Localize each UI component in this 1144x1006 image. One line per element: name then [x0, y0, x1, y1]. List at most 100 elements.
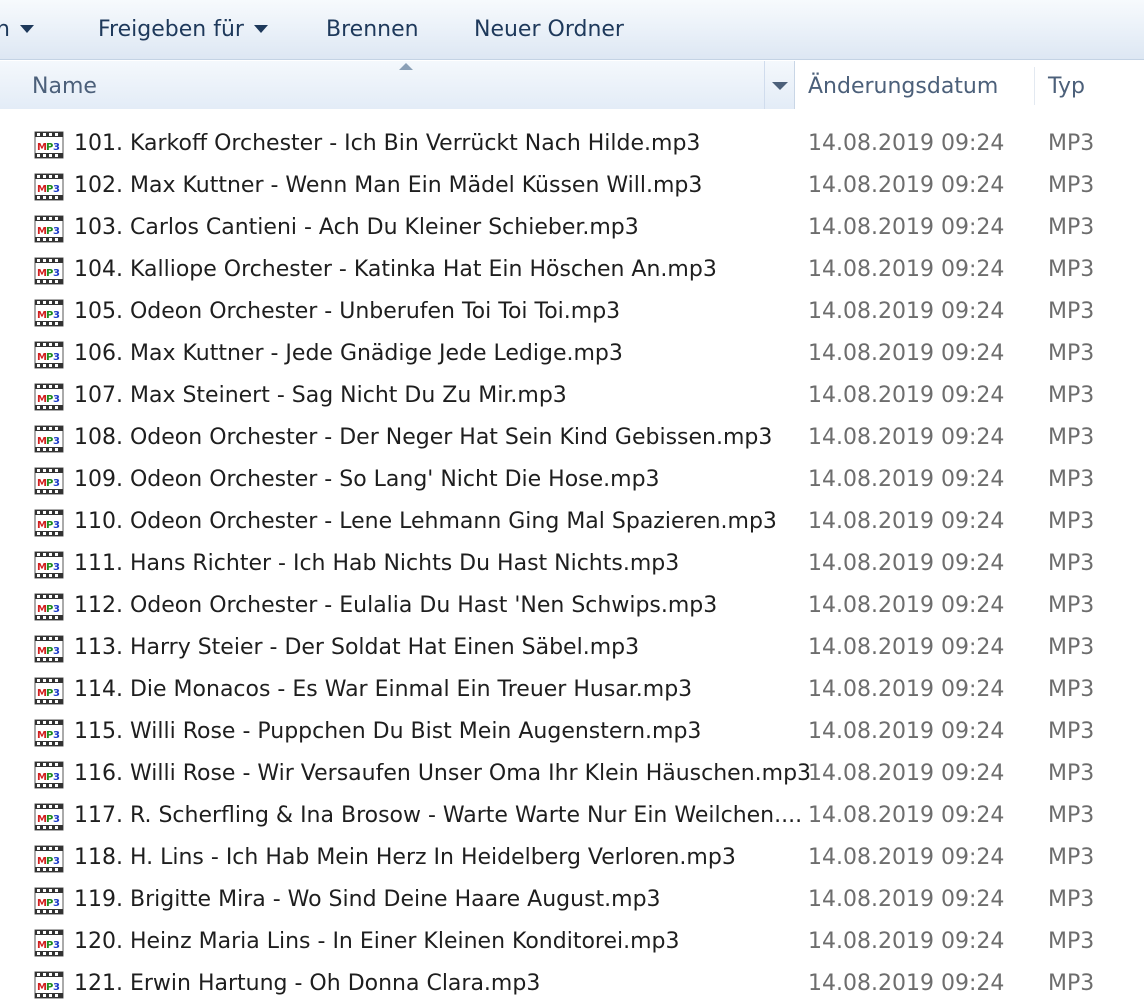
file-type: MP3	[1048, 971, 1095, 996]
svg-text:3: 3	[53, 310, 60, 321]
svg-text:3: 3	[53, 394, 60, 405]
file-modified-date: 14.08.2019 09:24	[808, 509, 1005, 534]
column-header-type[interactable]: Typ	[1048, 74, 1085, 99]
file-name[interactable]: 106. Max Kuttner - Jede Gnädige Jede Led…	[74, 341, 623, 366]
file-name[interactable]: 112. Odeon Orchester - Eulalia Du Hast '…	[74, 593, 717, 618]
share-with-button[interactable]: Freigeben für	[98, 14, 268, 46]
file-row[interactable]: M P 3 105. Odeon Orchester - Unberufen Toi …	[0, 292, 1144, 334]
file-name[interactable]: 110. Odeon Orchester - Lene Lehmann Ging…	[74, 509, 777, 534]
svg-text:3: 3	[53, 352, 60, 363]
burn-button[interactable]: Brennen	[326, 14, 419, 46]
file-name[interactable]: 104. Kalliope Orchester - Katinka Hat Ei…	[74, 257, 717, 282]
file-row[interactable]: M P 3 117. R. Scherfling & Ina Brosow - War…	[0, 796, 1144, 838]
file-name[interactable]: 115. Willi Rose - Puppchen Du Bist Mein …	[74, 719, 701, 744]
file-modified-date: 14.08.2019 09:24	[808, 257, 1005, 282]
mp3-file-icon: MP3	[34, 467, 64, 495]
svg-text:3: 3	[53, 268, 60, 279]
file-row[interactable]: M P 3 119. Brigitte Mira - Wo Sind Deine Ha…	[0, 880, 1144, 922]
share-with-label: Freigeben für	[98, 17, 244, 42]
file-row[interactable]: M P 3 108. Odeon Orchester - Der Neger Hat …	[0, 418, 1144, 460]
file-name[interactable]: 101. Karkoff Orchester - Ich Bin Verrück…	[74, 131, 700, 156]
file-name[interactable]: 111. Hans Richter - Ich Hab Nichts Du Ha…	[74, 551, 679, 576]
burn-label: Brennen	[326, 17, 419, 42]
file-type: MP3	[1048, 719, 1095, 744]
file-row[interactable]: M P 3 118. H. Lins - Ich Hab Mein Herz In H…	[0, 838, 1144, 880]
mp3-file-icon: MP3	[34, 131, 64, 159]
file-name[interactable]: 102. Max Kuttner - Wenn Man Ein Mädel Kü…	[74, 173, 702, 198]
file-row[interactable]: M P 3 114. Die Monacos - Es War Einmal Ein …	[0, 670, 1144, 712]
file-name[interactable]: 117. R. Scherfling & Ina Brosow - Warte …	[74, 803, 802, 828]
file-type: MP3	[1048, 677, 1095, 702]
file-row[interactable]: M P 3 116. Willi Rose - Wir Versaufen Unser…	[0, 754, 1144, 796]
file-name[interactable]: 114. Die Monacos - Es War Einmal Ein Tre…	[74, 677, 692, 702]
file-row[interactable]: M P 3 112. Odeon Orchester - Eulalia Du Has…	[0, 586, 1144, 628]
file-modified-date: 14.08.2019 09:24	[808, 593, 1005, 618]
organize-menu-label: n	[0, 17, 10, 42]
file-row[interactable]: M P 3 102. Max Kuttner - Wenn Man Ein Mädel…	[0, 166, 1144, 208]
file-modified-date: 14.08.2019 09:24	[808, 971, 1005, 996]
mp3-file-icon: MP3	[34, 173, 64, 201]
file-type: MP3	[1048, 257, 1095, 282]
file-type: MP3	[1048, 635, 1095, 660]
file-row[interactable]: M P 3 107. Max Steinert - Sag Nicht Du Zu M…	[0, 376, 1144, 418]
file-type: MP3	[1048, 173, 1095, 198]
svg-text:3: 3	[53, 478, 60, 489]
file-row[interactable]: M P 3 109. Odeon Orchester - So Lang' Nicht…	[0, 460, 1144, 502]
chevron-down-icon	[253, 24, 268, 33]
file-row[interactable]: M P 3 120. Heinz Maria Lins - In Einer Klei…	[0, 922, 1144, 964]
column-header-date[interactable]: Änderungsdatum	[808, 74, 998, 99]
svg-text:3: 3	[53, 856, 60, 867]
file-name[interactable]: 108. Odeon Orchester - Der Neger Hat Sei…	[74, 425, 772, 450]
file-modified-date: 14.08.2019 09:24	[808, 677, 1005, 702]
file-row[interactable]: M P 3 121. Erwin Hartung - Oh Donna Clara.m…	[0, 964, 1144, 1006]
file-modified-date: 14.08.2019 09:24	[808, 887, 1005, 912]
file-type: MP3	[1048, 803, 1095, 828]
file-type: MP3	[1048, 131, 1095, 156]
file-name[interactable]: 107. Max Steinert - Sag Nicht Du Zu Mir.…	[74, 383, 567, 408]
file-row[interactable]: M P 3 113. Harry Steier - Der Soldat Hat Ei…	[0, 628, 1144, 670]
file-type: MP3	[1048, 593, 1095, 618]
file-type: MP3	[1048, 467, 1095, 492]
file-modified-date: 14.08.2019 09:24	[808, 467, 1005, 492]
file-modified-date: 14.08.2019 09:24	[808, 131, 1005, 156]
file-name[interactable]: 116. Willi Rose - Wir Versaufen Unser Om…	[74, 761, 811, 786]
file-row[interactable]: M P 3 111. Hans Richter - Ich Hab Nichts Du…	[0, 544, 1144, 586]
column-filter-dropdown[interactable]	[764, 61, 794, 109]
command-bar: n Freigeben für Brennen Neuer Ordner	[0, 0, 1144, 60]
file-row[interactable]: M P 3 103. Carlos Cantieni - Ach Du Kleiner…	[0, 208, 1144, 250]
file-type: MP3	[1048, 845, 1095, 870]
file-type: MP3	[1048, 929, 1095, 954]
file-row[interactable]: M P 3 101. Karkoff Orchester - Ich Bin Verr…	[0, 124, 1144, 166]
file-row[interactable]: M P 3 104. Kalliope Orchester - Katinka Hat…	[0, 250, 1144, 292]
file-modified-date: 14.08.2019 09:24	[808, 425, 1005, 450]
file-name[interactable]: 121. Erwin Hartung - Oh Donna Clara.mp3	[74, 971, 540, 996]
mp3-file-icon: MP3	[34, 803, 64, 831]
file-name[interactable]: 118. H. Lins - Ich Hab Mein Herz In Heid…	[74, 845, 736, 870]
new-folder-button[interactable]: Neuer Ordner	[474, 14, 624, 46]
file-type: MP3	[1048, 509, 1095, 534]
svg-text:3: 3	[53, 646, 60, 657]
column-header-name-label: Name	[32, 74, 97, 99]
column-header-name[interactable]: Name	[0, 61, 795, 109]
mp3-file-icon: MP3	[34, 971, 64, 999]
file-row[interactable]: M P 3 106. Max Kuttner - Jede Gnädige Jede …	[0, 334, 1144, 376]
file-row[interactable]: M P 3 115. Willi Rose - Puppchen Du Bist Me…	[0, 712, 1144, 754]
chevron-down-icon	[772, 82, 788, 90]
file-name[interactable]: 120. Heinz Maria Lins - In Einer Kleinen…	[74, 929, 680, 954]
file-name[interactable]: 113. Harry Steier - Der Soldat Hat Einen…	[74, 635, 639, 660]
file-modified-date: 14.08.2019 09:24	[808, 761, 1005, 786]
mp3-file-icon: MP3	[34, 593, 64, 621]
svg-text:3: 3	[53, 730, 60, 741]
file-type: MP3	[1048, 383, 1095, 408]
file-name[interactable]: 119. Brigitte Mira - Wo Sind Deine Haare…	[74, 887, 661, 912]
file-name[interactable]: 109. Odeon Orchester - So Lang' Nicht Di…	[74, 467, 660, 492]
organize-menu-button[interactable]: n	[0, 14, 34, 46]
file-list: M P 3 101. Karkoff Orchester - Ich Bin Verr…	[0, 124, 1144, 1006]
mp3-file-icon: MP3	[34, 551, 64, 579]
mp3-file-icon: MP3	[34, 215, 64, 243]
file-row[interactable]: M P 3 110. Odeon Orchester - Lene Lehmann G…	[0, 502, 1144, 544]
file-name[interactable]: 105. Odeon Orchester - Unberufen Toi Toi…	[74, 299, 620, 324]
file-name[interactable]: 103. Carlos Cantieni - Ach Du Kleiner Sc…	[74, 215, 639, 240]
column-header-bar: Name Änderungsdatum Typ	[0, 61, 1144, 111]
column-divider[interactable]	[1034, 67, 1035, 105]
